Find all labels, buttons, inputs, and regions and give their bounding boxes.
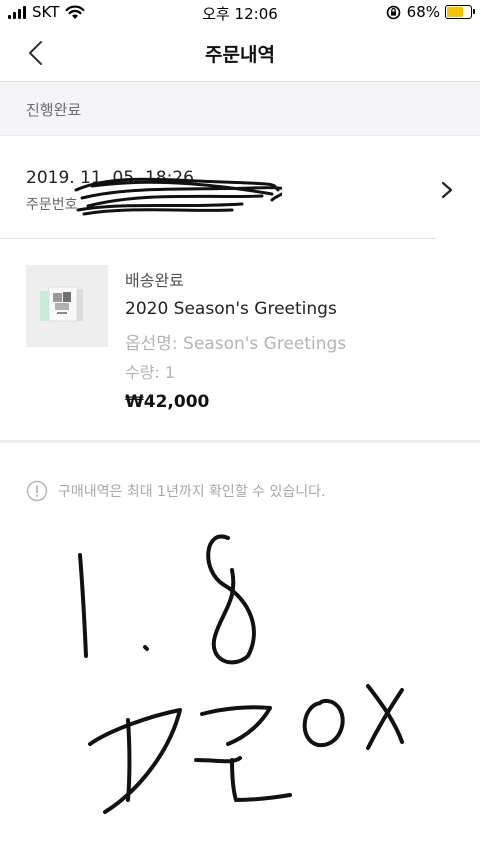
rotation-lock-icon (386, 5, 400, 19)
notice: 구매내역은 최대 1년까지 확인할 수 있습니다. (26, 480, 325, 502)
status-right: 68% (386, 3, 475, 21)
handwritten-annotation (78, 534, 404, 814)
nav-bar: 주문내역 (0, 26, 480, 82)
product-option: 옵선명: Season's Greetings (125, 334, 347, 354)
order-summary-row[interactable]: 2019. 11. 05. 18:26 주문번호 (0, 136, 480, 238)
product-thumbnail[interactable] (26, 265, 108, 347)
product-name: 2020 Season's Greetings (125, 299, 337, 319)
info-icon (26, 480, 48, 502)
page-title: 주문내역 (205, 44, 275, 66)
battery-icon (445, 5, 475, 19)
order-status-section: 진행완료 (0, 82, 480, 136)
product-quantity: 수량: 1 (125, 363, 176, 382)
redaction-scribble (74, 177, 282, 216)
section-divider (0, 440, 480, 443)
delivery-status: 배송완료 (125, 271, 184, 290)
chevron-right-icon[interactable] (438, 180, 456, 200)
battery-fill (447, 7, 463, 17)
battery-percent: 68% (406, 3, 440, 21)
order-number-label: 주문번호 (26, 197, 78, 213)
order-status-label: 진행완료 (26, 101, 82, 119)
product-price: ₩42,000 (125, 392, 210, 412)
product-item[interactable]: 배송완료 2020 Season's Greetings 옵선명: Season… (0, 239, 480, 439)
notice-text: 구매내역은 최대 1년까지 확인할 수 있습니다. (58, 484, 326, 500)
status-bar: SKT 오후 12:06 68% (0, 0, 480, 26)
